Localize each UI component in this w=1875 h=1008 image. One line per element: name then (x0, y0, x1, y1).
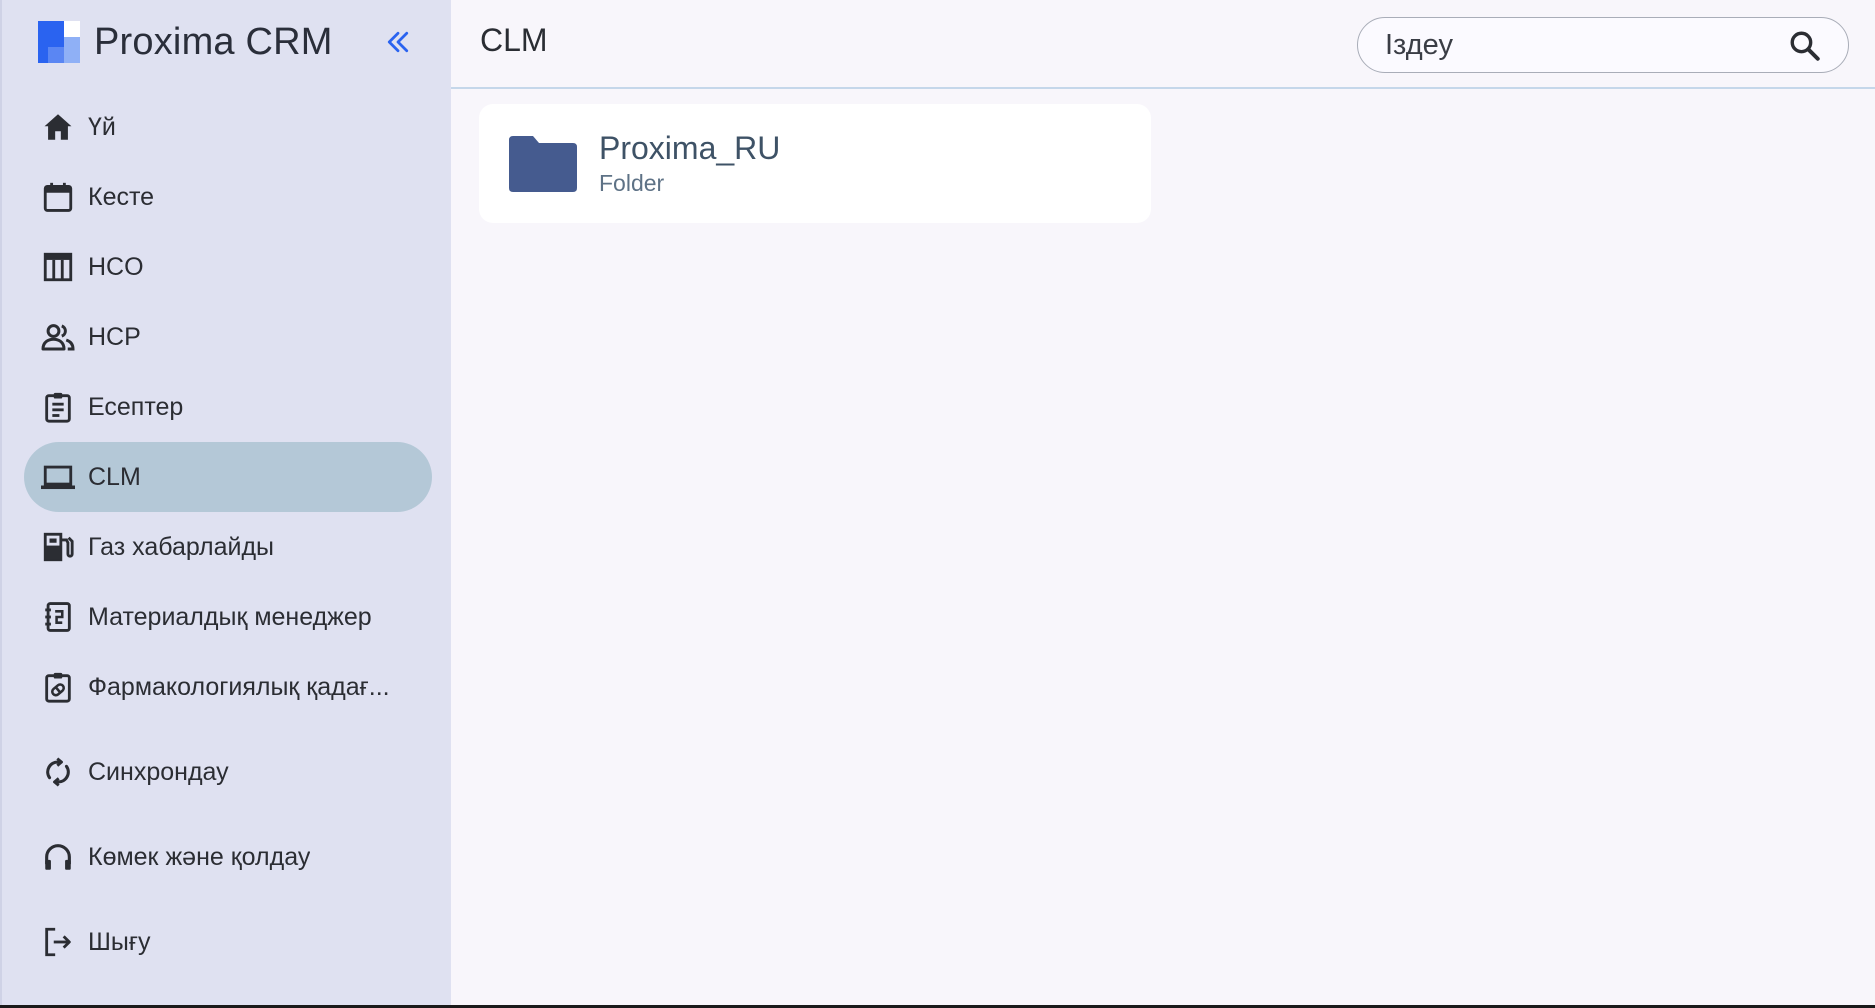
top-bar: CLM (451, 0, 1875, 89)
sidebar-item-schedule[interactable]: Кесте (24, 162, 432, 232)
brand: Proxima CRM (38, 18, 333, 66)
sidebar-item-reports[interactable]: Есептер (24, 372, 432, 442)
search-box (1357, 17, 1849, 73)
sidebar-item-label: Есептер (88, 392, 184, 421)
page-title: CLM (480, 22, 548, 58)
app-window: Proxima CRM Үй Кесте HCO HCP Есептер CLM… (0, 0, 1875, 1005)
sidebar-item-pharmacovigilance[interactable]: Фармакологиялық қадағ... (24, 652, 432, 722)
fuel-icon (38, 527, 78, 567)
folder-card[interactable]: Proxima_RU Folder (479, 104, 1151, 223)
sidebar-item-sync[interactable]: Синхрондау (24, 737, 432, 807)
sidebar-item-help-support[interactable]: Көмек және қолдау (24, 822, 432, 892)
sidebar-item-label: HCO (88, 252, 144, 281)
sidebar-item-gas-reports[interactable]: Газ хабарлайды (24, 512, 432, 582)
sidebar-item-label: Материалдық менеджер (88, 602, 372, 631)
home-icon (38, 107, 78, 147)
sidebar-item-home[interactable]: Үй (24, 92, 432, 162)
sidebar-item-label: Фармакологиялық қадағ... (88, 672, 390, 701)
sidebar-item-clm[interactable]: CLM (24, 442, 432, 512)
search-icon[interactable] (1788, 29, 1822, 63)
sidebar-item-label: Үй (88, 112, 116, 141)
calendar-icon (38, 177, 78, 217)
people-icon (38, 317, 78, 357)
sidebar-item-material-manager[interactable]: Материалдық менеджер (24, 582, 432, 652)
logout-icon (38, 922, 78, 962)
brand-name: Proxima CRM (94, 20, 333, 63)
headset-icon (38, 837, 78, 877)
main-content: CLM Proxima_RU Folder (451, 0, 1875, 1005)
folder-name: Proxima_RU (599, 130, 781, 166)
notebook-icon (38, 597, 78, 637)
sidebar-item-label: Газ хабарлайды (88, 532, 274, 561)
sync-icon (38, 752, 78, 792)
collapse-sidebar-button[interactable] (380, 24, 416, 60)
sidebar-item-label: HCP (88, 322, 141, 351)
sidebar-item-hco[interactable]: HCO (24, 232, 432, 302)
table-icon (38, 247, 78, 287)
laptop-icon (38, 457, 78, 497)
clipboard-icon (38, 387, 78, 427)
sidebar-item-label: Шығу (88, 927, 151, 956)
folder-icon (509, 135, 577, 192)
folder-card-text: Proxima_RU Folder (599, 130, 780, 197)
search-input[interactable] (1385, 28, 1765, 62)
proxima-logo-icon (38, 21, 80, 63)
medical-clipboard-icon (38, 667, 78, 707)
sidebar-item-hcp[interactable]: HCP (24, 302, 432, 372)
folder-type: Folder (599, 170, 665, 196)
sidebar-item-label: Кесте (88, 182, 155, 211)
sidebar: Proxima CRM Үй Кесте HCO HCP Есептер CLM… (0, 0, 451, 1005)
sidebar-item-label: CLM (88, 462, 141, 491)
sidebar-item-label: Көмек және қолдау (88, 842, 311, 871)
double-chevron-left-icon (387, 31, 409, 53)
sidebar-item-label: Синхрондау (88, 757, 229, 786)
sidebar-item-logout[interactable]: Шығу (24, 907, 432, 977)
